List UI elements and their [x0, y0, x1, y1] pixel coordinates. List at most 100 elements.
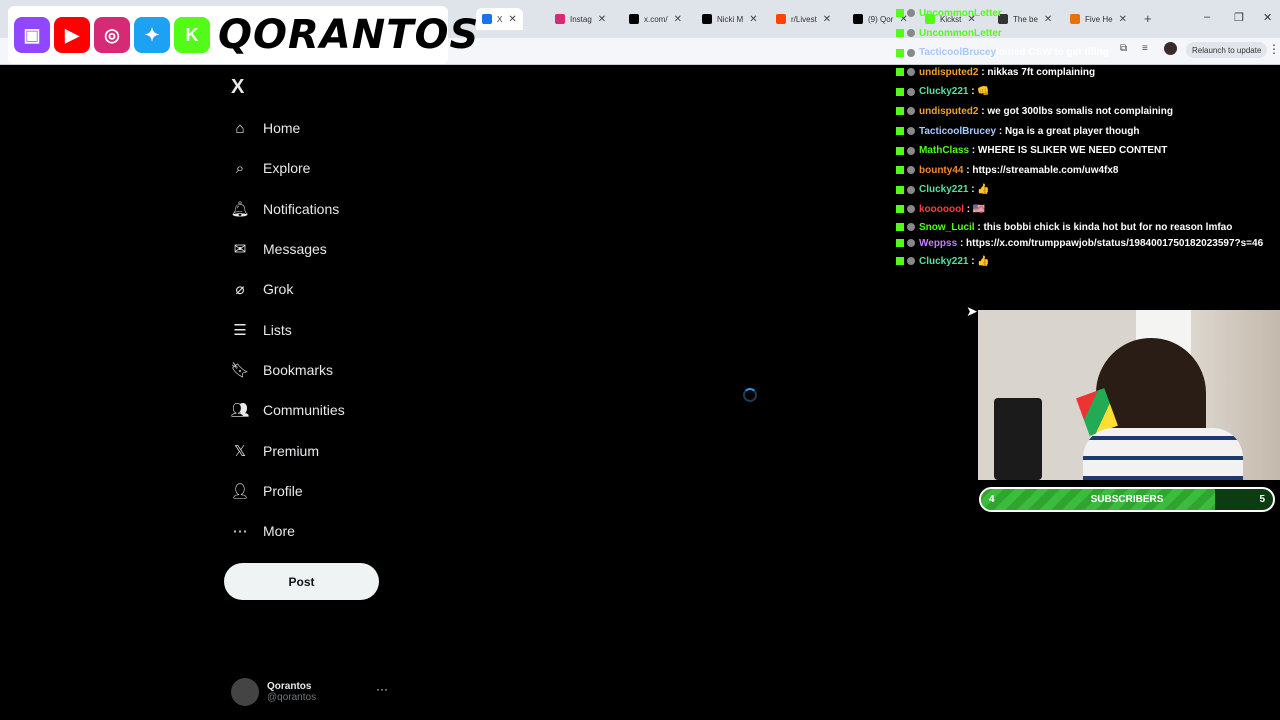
close-tab-icon[interactable]: ✕ — [749, 14, 757, 25]
mouse-cursor-icon: ➤ — [966, 303, 978, 319]
search-icon: ⌕ — [235, 159, 245, 177]
user-badge-icon — [907, 28, 915, 37]
nav-item-label: More — [263, 523, 295, 540]
nav-item-bookmarks[interactable]: 🔖︎ Bookmarks — [230, 350, 430, 390]
nav-item-label: Explore — [263, 160, 311, 177]
chat-message: MathClass : WHERE IS SLIKER WE NEED CONT… — [896, 141, 1276, 161]
chat-username: Snow_Lucil — [919, 221, 975, 233]
x-logo[interactable]: X — [231, 76, 244, 99]
avatar — [231, 678, 259, 706]
nav-item-messages[interactable]: ✉ Messages — [230, 229, 430, 269]
chat-username: Weppss — [919, 237, 958, 249]
chat-text: : Nga is a great player though — [996, 125, 1140, 137]
chat-username: bounty44 — [919, 164, 964, 176]
nav-item-communities[interactable]: 👥︎ Communities — [230, 390, 430, 430]
nav-item-label: Communities — [263, 402, 345, 419]
nav-item-label: Grok — [263, 281, 294, 298]
user-badge-icon — [907, 166, 915, 175]
browser-tab[interactable]: r/Livest ✕ — [776, 8, 831, 30]
close-tab-icon[interactable]: ✕ — [508, 14, 516, 25]
chat-text: joined CSW to get tlfing — [996, 47, 1109, 59]
close-tab-icon[interactable]: ✕ — [823, 14, 831, 25]
chat-text: : 👊 — [968, 86, 990, 98]
chat-message: Clucky221 : 👍 — [896, 180, 1276, 200]
account-name: Qorantos — [267, 681, 312, 692]
x-premium-icon: 𝕏 — [233, 442, 247, 460]
user-badge-icon — [907, 48, 915, 57]
kick-badge-icon — [896, 107, 904, 116]
close-tab-icon[interactable]: ✕ — [598, 14, 606, 25]
chat-username: Clucky221 — [919, 184, 969, 196]
tab-favicon-icon — [482, 14, 492, 24]
chat-message: kooooool : 🇺🇸 — [896, 200, 1276, 220]
post-button[interactable]: Post — [224, 563, 379, 600]
tab-title: Nicki M — [717, 14, 744, 24]
chat-message: Clucky221 : 👍 — [896, 252, 1276, 272]
nav-item-label: Messages — [263, 241, 327, 258]
bookmark-icon: 🔖︎ — [230, 361, 250, 379]
chat-username: MathClass — [919, 145, 970, 157]
subscriber-goal-bar: SUBSCRIBERS 4 5 — [979, 487, 1275, 512]
more-icon[interactable]: ··· — [376, 682, 388, 696]
chat-text: : https://x.com/trumppawjob/status/19840… — [957, 237, 1264, 249]
browser-tab[interactable]: x.com/ ✕ — [629, 8, 682, 30]
nav-item-home[interactable]: ⌂ Home — [230, 108, 430, 148]
bell-icon: 🔔︎ — [230, 200, 250, 218]
browser-tab[interactable]: Instag ✕ — [555, 8, 606, 30]
user-badge-icon — [907, 87, 915, 96]
user-badge-icon — [907, 68, 915, 77]
browser-tab[interactable]: Nicki M ✕ — [702, 8, 758, 30]
chat-text: : nikkas 7ft complaining — [978, 66, 1096, 78]
user-badge-icon — [907, 205, 915, 214]
nav-item-label: Notifications — [263, 200, 340, 217]
nav-item-grok[interactable]: ⌀ Grok — [230, 269, 430, 309]
subscriber-goal: 5 — [1259, 494, 1265, 505]
chat-text: : 👍 — [968, 255, 990, 267]
chat-text: : 👍 — [968, 184, 990, 196]
subscriber-label: SUBSCRIBERS — [1090, 494, 1164, 505]
kick-badge-icon — [896, 68, 904, 77]
chat-username: UncommonLetter — [919, 27, 1002, 39]
more-circle-icon: ⋯ — [232, 523, 248, 541]
tab-title: (9) Qor — [868, 14, 894, 24]
envelope-icon: ✉ — [233, 241, 247, 259]
kick-badge-icon — [896, 185, 904, 194]
chat-text: : WHERE IS SLIKER WE NEED CONTENT — [969, 145, 1168, 157]
twitch-icon: ▣ — [14, 17, 50, 53]
kick-badge-icon — [896, 126, 904, 135]
stream-logo-overlay: ▣ ▶ ◎ ✦ K QORANTOS — [8, 6, 478, 64]
browser-tab[interactable]: X ✕ — [476, 8, 523, 30]
nav-item-profile[interactable]: 👤︎ Profile — [230, 471, 430, 511]
people-icon: 👥︎ — [230, 402, 250, 420]
tab-favicon-icon — [555, 14, 565, 24]
user-badge-icon — [907, 222, 915, 231]
chat-username: undisputed2 — [919, 105, 979, 117]
kick-badge-icon — [896, 28, 904, 37]
chat-message: bounty44 : https://streamable.com/uw4fx8 — [896, 161, 1276, 181]
chat-message: TacticoolBruceyjoined CSW to get tlfing — [896, 43, 1276, 63]
youtube-icon: ▶ — [54, 17, 90, 53]
primary-navigation: ⌂ Home ⌕ Explore 🔔︎ Notifications ✉ Messages ⌀ Gr… — [230, 108, 430, 551]
chat-message: Clucky221 : 👊 — [896, 82, 1276, 102]
kick-badge-icon — [896, 48, 904, 57]
nav-item-label: Bookmarks — [263, 361, 334, 378]
tab-title: X — [497, 14, 503, 24]
nav-item-explore[interactable]: ⌕ Explore — [230, 148, 430, 188]
account-handle: @qorantos — [267, 692, 317, 703]
nav-item-label: Profile — [263, 482, 303, 499]
close-tab-icon[interactable]: ✕ — [674, 14, 682, 25]
subscriber-count: 4 — [989, 494, 995, 505]
nav-item-more[interactable]: ⋯ More — [230, 511, 430, 551]
nav-item-notifications[interactable]: 🔔︎ Notifications — [230, 189, 430, 229]
person-icon: 👤︎ — [230, 482, 250, 500]
chat-message: Weppss : https://x.com/trumppawjob/statu… — [896, 236, 1276, 252]
kick-icon: K — [174, 17, 210, 53]
chat-username: undisputed2 — [919, 66, 979, 78]
user-badge-icon — [907, 107, 915, 116]
tab-favicon-icon — [702, 14, 712, 24]
kick-badge-icon — [896, 238, 904, 247]
kick-badge-icon — [896, 166, 904, 175]
account-switcher[interactable]: Qorantos @qorantos ··· — [231, 678, 391, 706]
nav-item-lists[interactable]: ☰ Lists — [230, 309, 430, 349]
nav-item-premium[interactable]: 𝕏 Premium — [230, 430, 430, 470]
